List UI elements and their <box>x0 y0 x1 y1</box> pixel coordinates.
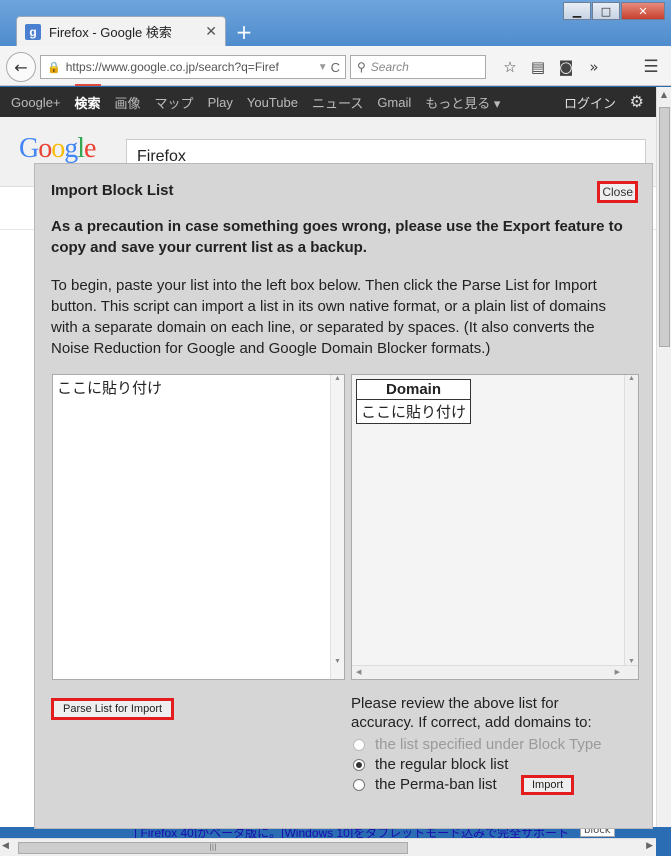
gbar-item-search[interactable]: 検索 <box>74 83 101 112</box>
maximize-icon[interactable]: □ <box>592 2 620 20</box>
gbar-item-gmail[interactable]: Gmail <box>377 95 411 110</box>
google-logo[interactable]: Google <box>19 133 96 165</box>
gbar-item-google-plus[interactable]: Google+ <box>11 95 61 110</box>
scroll-thumb[interactable] <box>659 107 670 347</box>
gbar-item-maps[interactable]: マップ <box>155 93 194 112</box>
review-text: Please review the above list for accurac… <box>351 695 592 731</box>
navigation-toolbar: ← 🔒 https://www.google.co.jp/search?q=Fi… <box>0 46 671 86</box>
window-titlebar: g Firefox - Google 検索 ✕ + ▁ □ ✕ <box>0 0 671 46</box>
textarea-scrollbar[interactable]: ▲ ▼ <box>330 375 344 679</box>
option-regular-list[interactable]: the regular block list <box>353 756 508 773</box>
url-text: https://www.google.co.jp/search?q=Firef <box>65 60 279 74</box>
radio-perma-ban[interactable] <box>353 778 365 791</box>
option-perma-ban[interactable]: the Perma-ban list <box>353 776 497 793</box>
parse-list-button[interactable]: Parse List for Import <box>51 698 175 720</box>
gbar-item-images[interactable]: 画像 <box>115 93 141 112</box>
scroll-up-icon[interactable]: ▲ <box>657 87 671 102</box>
dialog-title: Import Block List <box>51 182 174 199</box>
bookmark-star-icon[interactable]: ☆ <box>496 56 524 78</box>
overflow-chevron-icon[interactable]: » <box>580 56 608 78</box>
search-icon: ⚲ <box>357 60 366 74</box>
backup-warning: As a precaution in case something goes w… <box>51 218 623 256</box>
paste-value: ここに貼り付け <box>57 380 163 397</box>
google-bar: Google+ 検索 画像 マップ Play YouTube ニュース Gmai… <box>0 83 656 117</box>
minimize-icon[interactable]: ▁ <box>563 2 591 20</box>
gbar-item-more[interactable]: もっと見る ▾ <box>425 93 500 112</box>
pocket-icon[interactable]: ◙ <box>552 56 580 78</box>
domain-vertical-scrollbar[interactable]: ▲ ▼ <box>624 375 638 667</box>
reload-icon[interactable]: C <box>331 60 345 75</box>
option-block-type-label: the list specified under Block Type <box>375 736 602 753</box>
google-favicon-icon: g <box>25 23 41 40</box>
import-block-list-dialog: Import Block List Close As a precaution … <box>34 163 653 829</box>
page-horizontal-scrollbar[interactable]: ◀ ||| ▶ <box>0 838 656 856</box>
url-dropdown-icon[interactable]: ▼ <box>315 62 331 73</box>
domain-table: Domain ここに貼り付け <box>355 379 472 424</box>
radio-regular-list[interactable] <box>353 758 365 771</box>
hscroll-thumb[interactable]: ||| <box>18 842 408 854</box>
new-tab-icon[interactable]: + <box>232 20 256 44</box>
browser-tab[interactable]: g Firefox - Google 検索 ✕ <box>16 16 226 46</box>
domain-cell: ここに貼り付け <box>355 399 472 424</box>
tab-close-icon[interactable]: ✕ <box>205 24 217 40</box>
search-input[interactable]: ⚲ Search <box>350 55 486 79</box>
domain-column-header: Domain <box>355 379 472 400</box>
back-arrow-icon[interactable]: ← <box>6 52 36 82</box>
window-close-icon[interactable]: ✕ <box>621 2 665 20</box>
option-perma-ban-label: the Perma-ban list <box>375 776 497 793</box>
gbar-item-play[interactable]: Play <box>208 95 233 110</box>
gbar-item-youtube[interactable]: YouTube <box>247 95 298 110</box>
url-bar[interactable]: 🔒 https://www.google.co.jp/search?q=Fire… <box>40 55 346 79</box>
scroll-left-icon[interactable]: ◀ <box>2 841 9 851</box>
option-block-type[interactable]: the list specified under Block Type <box>353 736 602 753</box>
parsed-domain-list: Domain ここに貼り付け ▲ ▼ ◀ ▶ <box>351 374 639 680</box>
toolbar-icons: ☆ ▤ ◙ » <box>496 56 608 78</box>
domain-horizontal-scrollbar[interactable]: ◀ ▶ <box>352 665 638 679</box>
lock-icon: 🔒 <box>47 61 61 74</box>
scroll-right-icon[interactable]: ▶ <box>646 841 653 851</box>
bookmarks-list-icon[interactable]: ▤ <box>524 56 552 78</box>
gbar-item-news[interactable]: ニュース <box>312 93 363 112</box>
hamburger-menu-icon[interactable]: ☰ <box>639 56 663 78</box>
option-regular-list-label: the regular block list <box>375 756 509 773</box>
radio-block-type[interactable] <box>353 738 365 751</box>
import-button[interactable]: Import <box>521 775 575 795</box>
close-button[interactable]: Close <box>597 181 638 203</box>
instructions: To begin, paste your list into the left … <box>51 277 606 357</box>
login-link[interactable]: ログイン <box>564 93 616 112</box>
tab-title: Firefox - Google 検索 <box>49 25 172 40</box>
gear-icon[interactable]: ⚙ <box>630 92 644 112</box>
paste-textarea[interactable]: ここに貼り付け ▲ ▼ <box>52 374 345 680</box>
search-placeholder: Search <box>370 60 409 74</box>
page-vertical-scrollbar[interactable]: ▲ <box>656 87 671 827</box>
window-controls: ▁ □ ✕ <box>562 2 665 20</box>
